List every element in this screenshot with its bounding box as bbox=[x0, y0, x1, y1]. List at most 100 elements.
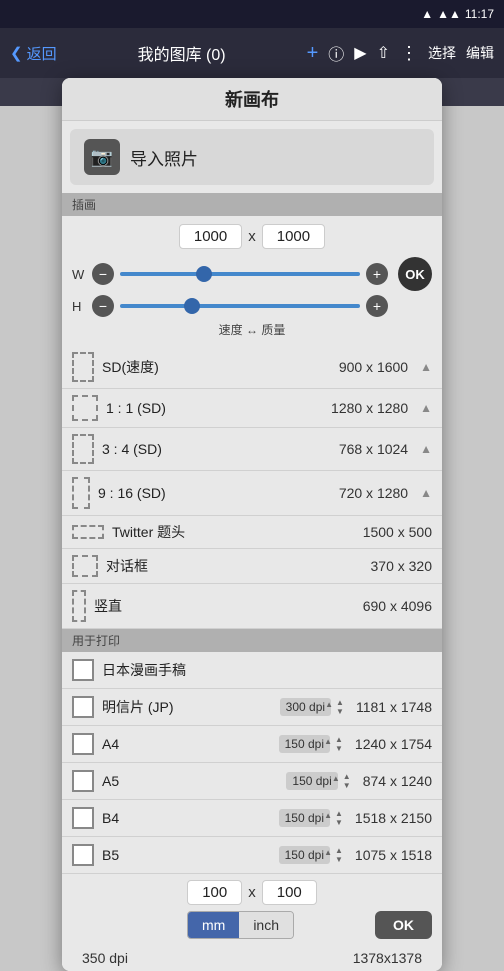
preset-item[interactable]: 对话框 370 x 320 bbox=[62, 549, 442, 584]
print-name-postcard: 明信片 (JP) bbox=[102, 697, 272, 717]
a4-size: 1240 x 1754 bbox=[355, 736, 432, 752]
a5-dpi-selector: 150 dpi ▲▼ bbox=[286, 772, 350, 790]
height-value[interactable]: 1000 bbox=[262, 224, 325, 249]
back-arrow-icon: ❮ bbox=[10, 44, 23, 62]
print-item[interactable]: A5 150 dpi ▲▼ 874 x 1240 bbox=[62, 763, 442, 800]
preset-size-vertical: 690 x 4096 bbox=[363, 598, 432, 614]
print-item[interactable]: 明信片 (JP) 300 dpi ▲▼ 1181 x 1748 bbox=[62, 689, 442, 726]
a4-dpi-selector: 150 dpi ▲▼ bbox=[279, 735, 343, 753]
camera-symbol: 📷 bbox=[91, 147, 113, 168]
print-section-label: 用于打印 bbox=[62, 629, 442, 652]
preset-item[interactable]: 1 : 1 (SD) 1280 x 1280 ▲ bbox=[62, 389, 442, 428]
signal-icon: ▲▲ bbox=[437, 7, 461, 21]
print-section: 日本漫画手稿 明信片 (JP) 300 dpi ▲▼ 1181 x 1748 A… bbox=[62, 652, 442, 971]
inch-button[interactable]: inch bbox=[239, 912, 293, 938]
preset-item[interactable]: Twitter 题头 1500 x 500 bbox=[62, 516, 442, 549]
time-display: 11:17 bbox=[465, 7, 494, 21]
height-minus-button[interactable]: − bbox=[92, 295, 114, 317]
preset-list: SD(速度) 900 x 1600 ▲ 1 : 1 (SD) 1280 x 12… bbox=[62, 346, 442, 629]
info-button[interactable]: ⓘ bbox=[328, 41, 344, 65]
dpi-size-label: 1378x1378 bbox=[353, 950, 422, 966]
bottom-width-value[interactable]: 100 bbox=[187, 880, 242, 905]
b5-dpi[interactable]: 150 dpi bbox=[279, 846, 330, 864]
import-section[interactable]: 📷 导入照片 bbox=[70, 129, 434, 185]
manga-checkbox[interactable] bbox=[72, 659, 94, 681]
more-button[interactable]: ⋮ bbox=[400, 43, 418, 64]
preset-size-twitter: 1500 x 500 bbox=[363, 524, 432, 540]
width-value[interactable]: 1000 bbox=[179, 224, 242, 249]
print-item[interactable]: B4 150 dpi ▲▼ 1518 x 2150 bbox=[62, 800, 442, 837]
preset-arrow-sd: ▲ bbox=[420, 360, 432, 374]
width-minus-button[interactable]: − bbox=[92, 263, 114, 285]
add-button[interactable]: + bbox=[307, 42, 319, 65]
bottom-ok-button[interactable]: OK bbox=[375, 911, 432, 939]
b4-checkbox[interactable] bbox=[72, 807, 94, 829]
b5-dpi-selector: 150 dpi ▲▼ bbox=[279, 846, 343, 864]
preset-name-1-1: 1 : 1 (SD) bbox=[106, 400, 323, 416]
width-slider[interactable] bbox=[120, 272, 360, 276]
postcard-checkbox[interactable] bbox=[72, 696, 94, 718]
preset-name-dialog: 对话框 bbox=[106, 556, 363, 576]
dpi-arrows-b4[interactable]: ▲▼ bbox=[335, 809, 343, 827]
b5-size: 1075 x 1518 bbox=[355, 847, 432, 863]
preset-item[interactable]: 竖直 690 x 4096 bbox=[62, 584, 442, 629]
h-label: H bbox=[72, 299, 86, 314]
dpi-arrows-b5[interactable]: ▲▼ bbox=[335, 846, 343, 864]
play-button[interactable]: ▶ bbox=[354, 43, 366, 63]
a4-checkbox[interactable] bbox=[72, 733, 94, 755]
bottom-x-label: x bbox=[248, 884, 256, 901]
preset-arrow-1-1: ▲ bbox=[420, 401, 432, 415]
b4-dpi[interactable]: 150 dpi bbox=[279, 809, 330, 827]
preset-arrow-3-4: ▲ bbox=[420, 442, 432, 456]
print-name-a5: A5 bbox=[102, 773, 278, 789]
print-item[interactable]: 日本漫画手稿 bbox=[62, 652, 442, 689]
select-button[interactable]: 选择 bbox=[428, 43, 456, 63]
preset-item[interactable]: 3 : 4 (SD) 768 x 1024 ▲ bbox=[62, 428, 442, 471]
nav-title: 我的图库 (0) bbox=[57, 41, 307, 65]
preset-icon-1-1 bbox=[72, 395, 98, 421]
preset-name-twitter: Twitter 题头 bbox=[112, 522, 355, 542]
bottom-controls: 100 x 100 mm inch OK bbox=[62, 874, 442, 945]
dpi-arrows-a4[interactable]: ▲▼ bbox=[335, 735, 343, 753]
share-button[interactable]: ⇧ bbox=[377, 43, 390, 63]
preset-name-vertical: 竖直 bbox=[94, 596, 355, 616]
print-name-a4: A4 bbox=[102, 736, 271, 752]
print-item[interactable]: A4 150 dpi ▲▼ 1240 x 1754 bbox=[62, 726, 442, 763]
b4-dpi-selector: 150 dpi ▲▼ bbox=[279, 809, 343, 827]
a5-dpi[interactable]: 150 dpi bbox=[286, 772, 337, 790]
postcard-dpi-selector: 300 dpi ▲▼ bbox=[280, 698, 344, 716]
mm-button[interactable]: mm bbox=[188, 912, 239, 938]
dpi-info-label: 350 dpi bbox=[82, 950, 128, 966]
a5-checkbox[interactable] bbox=[72, 770, 94, 792]
dpi-arrows[interactable]: ▲▼ bbox=[336, 698, 344, 716]
preset-item[interactable]: SD(速度) 900 x 1600 ▲ bbox=[62, 346, 442, 389]
width-slider-row: W − + OK bbox=[72, 257, 432, 291]
status-icons: ▲ ▲▲ 11:17 bbox=[421, 7, 494, 21]
edit-button[interactable]: 编辑 bbox=[466, 43, 494, 63]
print-item[interactable]: B5 150 dpi ▲▼ 1075 x 1518 bbox=[62, 837, 442, 874]
height-plus-button[interactable]: + bbox=[366, 295, 388, 317]
postcard-dpi[interactable]: 300 dpi bbox=[280, 698, 331, 716]
preset-size-1-1: 1280 x 1280 bbox=[331, 400, 408, 416]
size-display: 1000 x 1000 bbox=[72, 224, 432, 249]
a4-dpi[interactable]: 150 dpi bbox=[279, 735, 330, 753]
print-name-manga: 日本漫画手稿 bbox=[102, 660, 432, 680]
canvas-controls: 1000 x 1000 W − + OK H − + 速度 ↔ 质量 bbox=[62, 216, 442, 346]
nav-bar: ❮ 返回 我的图库 (0) + ⓘ ▶ ⇧ ⋮ 选择 编辑 bbox=[0, 28, 504, 78]
print-name-b5: B5 bbox=[102, 847, 271, 863]
height-slider[interactable] bbox=[120, 304, 360, 308]
preset-icon-dialog bbox=[72, 555, 98, 577]
preset-size-dialog: 370 x 320 bbox=[371, 558, 433, 574]
dpi-arrows-a5[interactable]: ▲▼ bbox=[343, 772, 351, 790]
back-button[interactable]: ❮ 返回 bbox=[10, 43, 57, 64]
bottom-height-value[interactable]: 100 bbox=[262, 880, 317, 905]
a5-size: 874 x 1240 bbox=[363, 773, 432, 789]
print-name-b4: B4 bbox=[102, 810, 271, 826]
status-bar: ▲ ▲▲ 11:17 bbox=[0, 0, 504, 28]
postcard-size: 1181 x 1748 bbox=[356, 699, 432, 715]
b5-checkbox[interactable] bbox=[72, 844, 94, 866]
canvas-ok-button[interactable]: OK bbox=[398, 257, 432, 291]
width-plus-button[interactable]: + bbox=[366, 263, 388, 285]
preset-name-3-4: 3 : 4 (SD) bbox=[102, 441, 331, 457]
preset-item[interactable]: 9 : 16 (SD) 720 x 1280 ▲ bbox=[62, 471, 442, 516]
